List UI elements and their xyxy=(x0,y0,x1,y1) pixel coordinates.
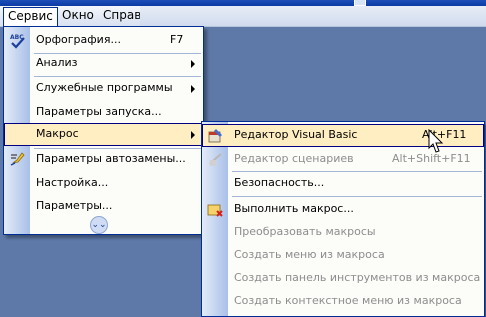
menu-service[interactable]: Сервис xyxy=(3,7,58,26)
run-macro-icon xyxy=(207,204,223,217)
menu-item-toolbar-from-macro-label: Создать панель инструментов из макроса xyxy=(234,271,481,284)
menu-item-utilities-label: Служебные программы xyxy=(36,81,173,94)
menu-item-convert-macros[interactable]: Преобразовать макросы xyxy=(202,221,484,244)
menu-item-customize[interactable]: Настройка... xyxy=(4,172,203,195)
submenu-arrow-icon xyxy=(191,85,195,93)
menu-window-label: Окно xyxy=(62,8,94,22)
menu-item-security[interactable]: Безопасность... xyxy=(202,172,484,195)
menu-item-menu-from-macro[interactable]: Создать меню из макроса xyxy=(202,244,484,267)
submenu-arrow-icon xyxy=(191,131,195,139)
menu-item-analysis[interactable]: Анализ xyxy=(4,52,203,75)
menu-item-convert-macros-label: Преобразовать макросы xyxy=(234,225,376,238)
menu-service-label: Сервис xyxy=(8,9,53,23)
menu-item-security-label: Безопасность... xyxy=(234,176,325,189)
menu-item-spelling-label: Орфография... xyxy=(36,33,121,46)
menu-bar-empty-area xyxy=(140,6,486,26)
mouse-cursor-icon xyxy=(428,129,444,153)
menu-item-options-label: Параметры... xyxy=(36,199,113,212)
menu-item-script-editor-label: Редактор сценариев xyxy=(234,152,354,165)
menu-bar: Сервис Окно Справка xyxy=(0,6,486,27)
menu-item-autocorrect[interactable]: Параметры автозамены... xyxy=(4,148,203,171)
menu-item-options[interactable]: Параметры... xyxy=(4,195,203,218)
menu-item-vb-editor-label: Редактор Visual Basic xyxy=(234,128,358,141)
menu-item-utilities[interactable]: Служебные программы xyxy=(4,77,203,100)
menu-item-autocorrect-label: Параметры автозамены... xyxy=(36,152,186,165)
menu-item-spelling[interactable]: ABC Орфография... F7 xyxy=(4,29,203,52)
spelling-abc-check-icon: ABC xyxy=(10,34,25,49)
menu-item-menu-from-macro-label: Создать меню из макроса xyxy=(234,248,385,261)
menu-item-spelling-shortcut: F7 xyxy=(170,33,184,46)
menu-item-run-macro-label: Выполнить макрос... xyxy=(234,202,354,215)
menu-item-startup-options[interactable]: Параметры запуска... xyxy=(4,101,203,124)
menu-item-customize-label: Настройка... xyxy=(36,176,109,189)
menu-item-macro[interactable]: Макрос xyxy=(4,123,203,146)
menu-separator xyxy=(232,196,482,197)
menu-item-context-menu-from-macro-label: Создать контекстное меню из макроса xyxy=(234,294,462,307)
service-menu: ABC Орфография... F7 Анализ Служебные пр… xyxy=(3,26,204,235)
double-chevron-down-icon[interactable]: ⌄⌄ xyxy=(90,216,108,234)
autocorrect-icon xyxy=(10,152,25,166)
script-editor-icon xyxy=(209,153,222,166)
submenu-arrow-icon xyxy=(191,60,195,68)
menu-item-toolbar-from-macro[interactable]: Создать панель инструментов из макроса xyxy=(202,267,484,290)
menu-item-analysis-label: Анализ xyxy=(36,56,78,69)
visual-basic-editor-icon xyxy=(208,129,222,143)
menu-item-run-macro[interactable]: Выполнить макрос... xyxy=(202,198,484,221)
menu-item-context-menu-from-macro[interactable]: Создать контекстное меню из макроса xyxy=(202,290,484,313)
menu-item-macro-label: Макрос xyxy=(36,127,79,140)
menu-item-startup-options-label: Параметры запуска... xyxy=(36,105,162,118)
menu-window[interactable]: Окно xyxy=(58,7,98,24)
